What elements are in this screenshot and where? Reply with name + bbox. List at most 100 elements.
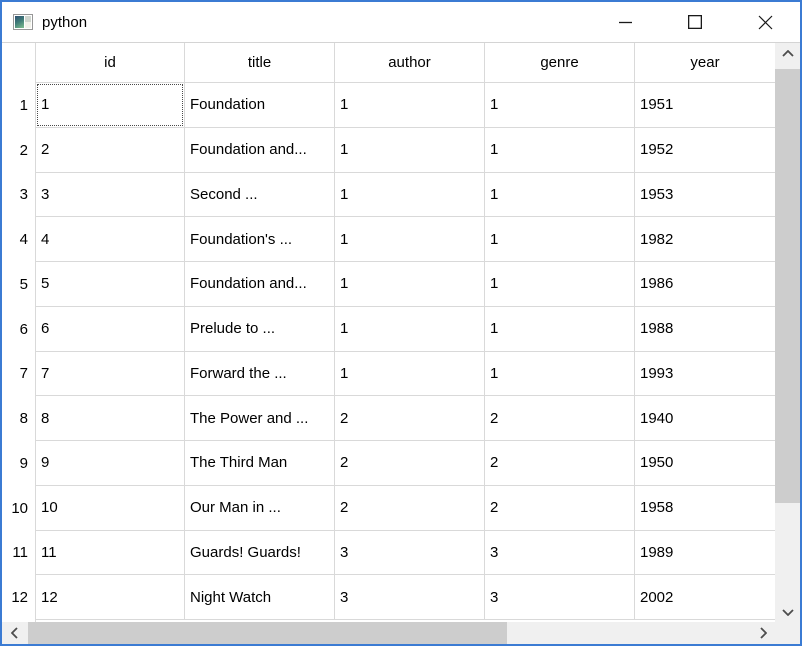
cell-genre-row-7[interactable]: 1 (485, 352, 635, 397)
column-header-id: id (36, 43, 185, 83)
table-row: 11Guards! Guards!331989 (36, 531, 775, 576)
cell-title-row-11[interactable]: Guards! Guards! (185, 531, 335, 576)
scroll-left-button[interactable] (2, 622, 26, 644)
cell-title-row-8[interactable]: The Power and ... (185, 396, 335, 441)
cell-year-row-3[interactable]: 1953 (635, 173, 775, 218)
cell-genre-row-2[interactable]: 1 (485, 128, 635, 173)
row-number: 1 (2, 83, 35, 128)
app-window: python 123456789101112 (0, 0, 802, 646)
cell-author-row-10[interactable]: 2 (335, 486, 485, 531)
cell-genre-row-12[interactable]: 3 (485, 575, 635, 620)
cell-author-row-12[interactable]: 3 (335, 575, 485, 620)
table-row: 9The Third Man221950 (36, 441, 775, 486)
column-header-title: title (185, 43, 335, 83)
scroll-up-button[interactable] (775, 43, 800, 63)
cell-year-row-1[interactable]: 1951 (635, 83, 775, 128)
cell-year-row-10[interactable]: 1958 (635, 486, 775, 531)
cell-id-row-7[interactable]: 7 (36, 352, 185, 397)
cell-genre-row-6[interactable]: 1 (485, 307, 635, 352)
vertical-scrollbar[interactable] (775, 43, 800, 622)
cell-year-row-5[interactable]: 1986 (635, 262, 775, 307)
cell-year-row-4[interactable]: 1982 (635, 217, 775, 262)
header-row: idtitleauthorgenreyear (36, 43, 775, 83)
app-icon (13, 14, 33, 30)
cell-id-row-4[interactable]: 4 (36, 217, 185, 262)
maximize-button[interactable] (660, 2, 730, 42)
cell-id-row-12[interactable]: 12 (36, 575, 185, 620)
cell-genre-row-3[interactable]: 1 (485, 173, 635, 218)
row-number: 11 (2, 531, 35, 576)
cell-id-row-3[interactable]: 3 (36, 173, 185, 218)
cell-id-row-10[interactable]: 10 (36, 486, 185, 531)
table: 123456789101112 idtitleauthorgenreyear 1… (2, 43, 775, 622)
table-row: 1Foundation111951 (36, 83, 775, 128)
cell-title-row-1[interactable]: Foundation (185, 83, 335, 128)
row-number: 7 (2, 352, 35, 397)
cell-year-row-11[interactable]: 1989 (635, 531, 775, 576)
row-number: 5 (2, 262, 35, 307)
table-row: 10Our Man in ...221958 (36, 486, 775, 531)
cell-genre-row-10[interactable]: 2 (485, 486, 635, 531)
cell-id-row-6[interactable]: 6 (36, 307, 185, 352)
cell-title-row-7[interactable]: Forward the ... (185, 352, 335, 397)
cell-author-row-8[interactable]: 2 (335, 396, 485, 441)
cell-id-row-5[interactable]: 5 (36, 262, 185, 307)
chevron-right-icon (760, 627, 767, 639)
cell-title-row-12[interactable]: Night Watch (185, 575, 335, 620)
cell-title-row-3[interactable]: Second ... (185, 173, 335, 218)
minimize-icon (619, 21, 632, 24)
cell-author-row-6[interactable]: 1 (335, 307, 485, 352)
cell-title-row-9[interactable]: The Third Man (185, 441, 335, 486)
cell-author-row-5[interactable]: 1 (335, 262, 485, 307)
cell-id-row-1[interactable]: 1 (36, 83, 185, 128)
cell-year-row-8[interactable]: 1940 (635, 396, 775, 441)
grid-body: 1Foundation1119512Foundation and...11195… (36, 83, 775, 620)
cell-author-row-2[interactable]: 1 (335, 128, 485, 173)
row-number: 2 (2, 128, 35, 173)
cell-genre-row-1[interactable]: 1 (485, 83, 635, 128)
cell-author-row-9[interactable]: 2 (335, 441, 485, 486)
cell-author-row-7[interactable]: 1 (335, 352, 485, 397)
cell-genre-row-8[interactable]: 2 (485, 396, 635, 441)
cell-author-row-4[interactable]: 1 (335, 217, 485, 262)
cell-title-row-2[interactable]: Foundation and... (185, 128, 335, 173)
app-icon-graphic-side (25, 16, 31, 28)
scroll-down-button[interactable] (775, 602, 800, 622)
titlebar[interactable]: python (2, 2, 800, 43)
scroll-right-button[interactable] (751, 622, 775, 644)
cell-author-row-11[interactable]: 3 (335, 531, 485, 576)
cell-title-row-6[interactable]: Prelude to ... (185, 307, 335, 352)
chevron-left-icon (11, 627, 18, 639)
horizontal-scrollbar[interactable] (2, 622, 800, 644)
cell-genre-row-5[interactable]: 1 (485, 262, 635, 307)
minimize-button[interactable] (590, 2, 660, 42)
cell-year-row-6[interactable]: 1988 (635, 307, 775, 352)
cell-title-row-10[interactable]: Our Man in ... (185, 486, 335, 531)
cell-id-row-8[interactable]: 8 (36, 396, 185, 441)
cell-year-row-12[interactable]: 2002 (635, 575, 775, 620)
table-row: 2Foundation and...111952 (36, 128, 775, 173)
cell-year-row-2[interactable]: 1952 (635, 128, 775, 173)
cell-year-row-9[interactable]: 1950 (635, 441, 775, 486)
column-header-author: author (335, 43, 485, 83)
table-row: 8The Power and ...221940 (36, 396, 775, 441)
chevron-down-icon (782, 609, 794, 616)
horizontal-scroll-thumb[interactable] (28, 622, 507, 644)
app-icon-graphic (15, 16, 24, 28)
cell-genre-row-11[interactable]: 3 (485, 531, 635, 576)
cell-title-row-5[interactable]: Foundation and... (185, 262, 335, 307)
cell-id-row-11[interactable]: 11 (36, 531, 185, 576)
close-button[interactable] (730, 2, 800, 42)
cell-year-row-7[interactable]: 1993 (635, 352, 775, 397)
cell-id-row-9[interactable]: 9 (36, 441, 185, 486)
table-row: 12Night Watch332002 (36, 575, 775, 620)
cell-genre-row-4[interactable]: 1 (485, 217, 635, 262)
cell-author-row-3[interactable]: 1 (335, 173, 485, 218)
vertical-scroll-thumb[interactable] (775, 69, 800, 503)
cell-title-row-4[interactable]: Foundation's ... (185, 217, 335, 262)
table-row: 6Prelude to ...111988 (36, 307, 775, 352)
gutter-header-spacer (2, 43, 35, 83)
cell-id-row-2[interactable]: 2 (36, 128, 185, 173)
cell-genre-row-9[interactable]: 2 (485, 441, 635, 486)
cell-author-row-1[interactable]: 1 (335, 83, 485, 128)
